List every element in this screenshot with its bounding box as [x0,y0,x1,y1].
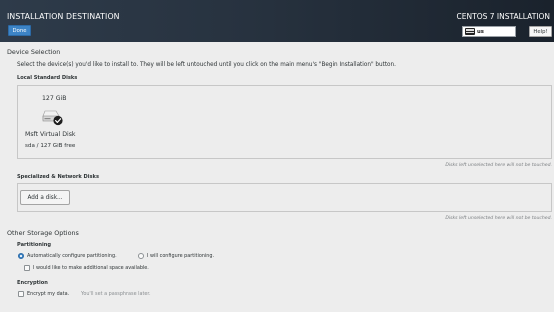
encrypt-label[interactable]: Encrypt my data. [27,291,69,297]
local-disks-hint: Disks left unselected here will not be t… [445,163,552,168]
other-storage-heading: Other Storage Options [7,229,79,237]
device-selection-description: Select the device(s) you'd like to insta… [17,62,396,68]
additional-space-checkbox[interactable] [24,265,30,271]
disk-info-label: sda / 127 GiB free [25,143,76,149]
encrypt-checkbox[interactable] [18,291,24,297]
hard-disk-icon [42,110,63,126]
keyboard-icon [465,28,475,35]
product-title: CENTOS 7 INSTALLATION [456,12,550,21]
manual-partitioning-label[interactable]: I will configure partitioning. [147,253,214,259]
disk-size-label: 127 GiB [42,95,67,102]
auto-partitioning-label[interactable]: Automatically configure partitioning. [27,253,117,259]
disk-name-label: Msft Virtual Disk [25,131,76,138]
network-disks-heading: Specialized & Network Disks [17,174,99,180]
help-button[interactable]: Help! [529,26,552,37]
page-title: INSTALLATION DESTINATION [7,12,120,21]
local-disks-panel: 127 GiB Msft Virtual Disk sda / 127 GiB … [17,85,552,159]
manual-partitioning-radio[interactable] [138,253,144,259]
encrypt-hint: You'll set a passphrase later. [81,291,151,297]
add-disk-button[interactable]: Add a disk... [20,190,70,205]
keyboard-layout-indicator[interactable]: us [462,26,516,37]
done-button[interactable]: Done [8,25,31,36]
network-disks-hint: Disks left unselected here will not be t… [445,216,552,221]
auto-partitioning-radio[interactable] [18,253,24,259]
header-bar: INSTALLATION DESTINATION Done CENTOS 7 I… [0,0,554,42]
network-disks-panel [17,183,552,212]
encryption-heading: Encryption [17,280,48,286]
local-disks-heading: Local Standard Disks [17,75,78,81]
device-selection-heading: Device Selection [7,48,61,56]
partitioning-heading: Partitioning [17,242,52,248]
disk-tile-sda[interactable]: 127 GiB Msft Virtual Disk sda / 127 GiB … [22,89,102,155]
keyboard-layout-label: us [477,28,484,35]
additional-space-label[interactable]: I would like to make additional space av… [33,265,149,271]
